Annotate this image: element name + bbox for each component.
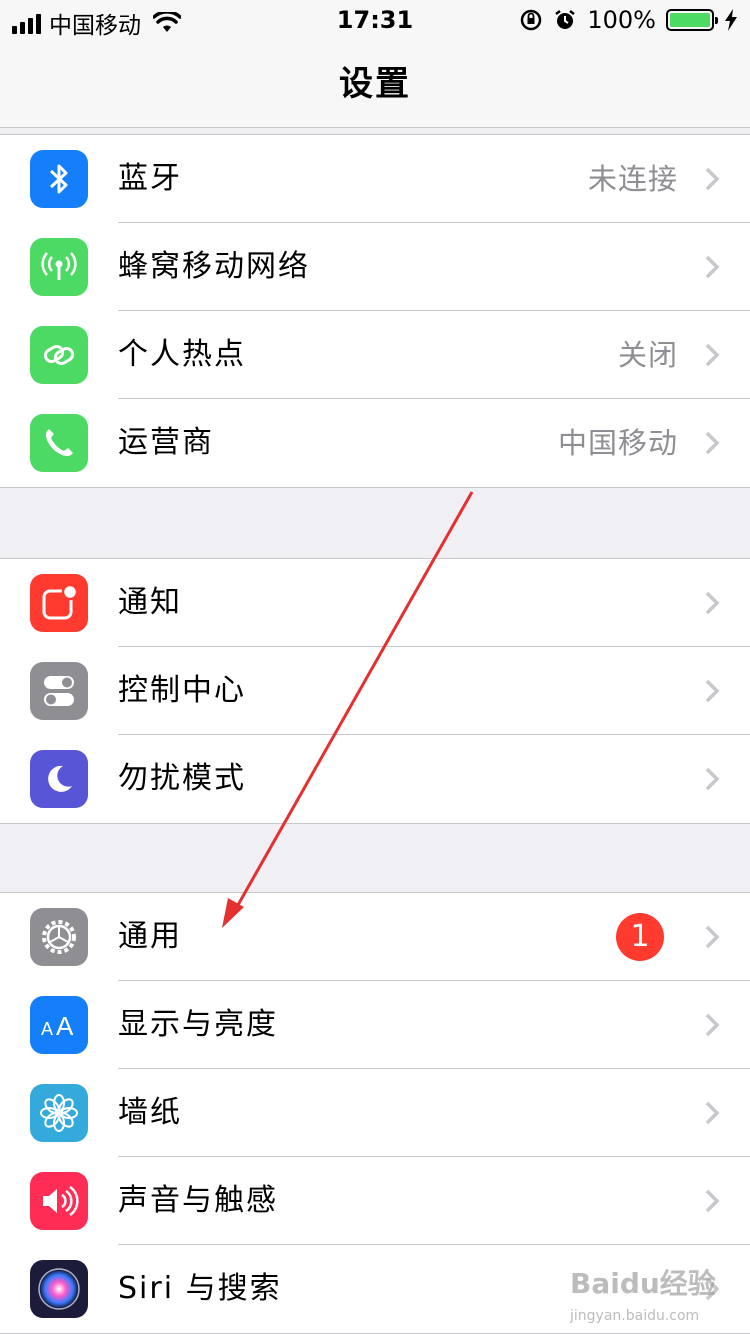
speaker-icon [30,1172,88,1230]
chevron-right-icon [705,1101,720,1125]
settings-row-bluetooth[interactable]: 蓝牙 未连接 [0,135,750,223]
row-label: 通知 [118,585,182,620]
settings-row-control-center[interactable]: 控制中心 [0,647,750,735]
hotspot-icon [30,326,88,384]
row-label: 显示与亮度 [118,1007,278,1042]
battery-icon [666,9,718,31]
chevron-right-icon [705,431,720,455]
settings-row-carrier[interactable]: 运营商 中国移动 [0,399,750,487]
chevron-right-icon [705,591,720,615]
chevron-right-icon [705,767,720,791]
row-label: 蜂窝移动网络 [118,249,310,284]
orientation-lock-icon [521,9,542,31]
alarm-icon [555,10,576,29]
control-center-icon [30,662,88,720]
cellular-icon [30,238,88,296]
row-label: 个人热点 [118,337,246,372]
watermark-url: jingyan.baidu.com [570,1308,700,1324]
moon-icon [30,750,88,808]
row-label: 声音与触感 [118,1183,278,1218]
baidu-watermark: Baidu经验 jingyan.baidu.com [570,1262,720,1324]
row-label: 蓝牙 [118,161,182,196]
phone-icon [30,414,88,472]
connectivity-group: 蓝牙 未连接 蜂窝移动网络 个人热点 关闭 运营商 中国移动 [0,134,750,488]
chevron-right-icon [705,925,720,949]
watermark-brand: Baidu经验 [570,1267,716,1300]
notifications-group: 通知 控制中心 勿扰模式 [0,558,750,824]
notifications-icon [30,574,88,632]
row-value: 关闭 [617,338,678,372]
update-badge: 1 [616,913,664,961]
settings-row-notifications[interactable]: 通知 [0,559,750,647]
settings-row-display[interactable]: A A 显示与亮度 [0,981,750,1069]
bluetooth-icon [30,150,88,208]
navigation-bar: 设置 [0,40,750,128]
status-bar: 中国移动 17:31 100% [0,0,750,40]
row-value: 未连接 [587,162,678,196]
chevron-right-icon [705,343,720,367]
chevron-right-icon [705,167,720,191]
settings-row-wallpaper[interactable]: 墙纸 [0,1069,750,1157]
chevron-right-icon [705,1189,720,1213]
svg-text:A: A [41,1019,53,1039]
row-label: Siri 与搜索 [118,1271,282,1306]
chevron-right-icon [705,1013,720,1037]
settings-row-hotspot[interactable]: 个人热点 关闭 [0,311,750,399]
row-label: 运营商 [118,425,214,460]
siri-icon [30,1260,88,1318]
gear-icon [30,908,88,966]
battery-percent: 100% [587,6,656,34]
chevron-right-icon [705,679,720,703]
flower-icon [30,1084,88,1142]
settings-row-do-not-disturb[interactable]: 勿扰模式 [0,735,750,823]
row-label: 勿扰模式 [118,761,246,796]
display-aa-icon: A A [30,996,88,1054]
settings-row-sounds[interactable]: 声音与触感 [0,1157,750,1245]
charging-bolt-icon [725,9,737,31]
svg-text:A: A [56,1011,74,1041]
row-label: 通用 [118,919,182,954]
row-label: 控制中心 [118,673,246,708]
row-value: 中国移动 [557,426,678,460]
chevron-right-icon [705,255,720,279]
settings-row-cellular[interactable]: 蜂窝移动网络 [0,223,750,311]
settings-row-general[interactable]: 通用 1 [0,893,750,981]
row-label: 墙纸 [118,1095,182,1130]
page-title: 设置 [339,64,411,104]
